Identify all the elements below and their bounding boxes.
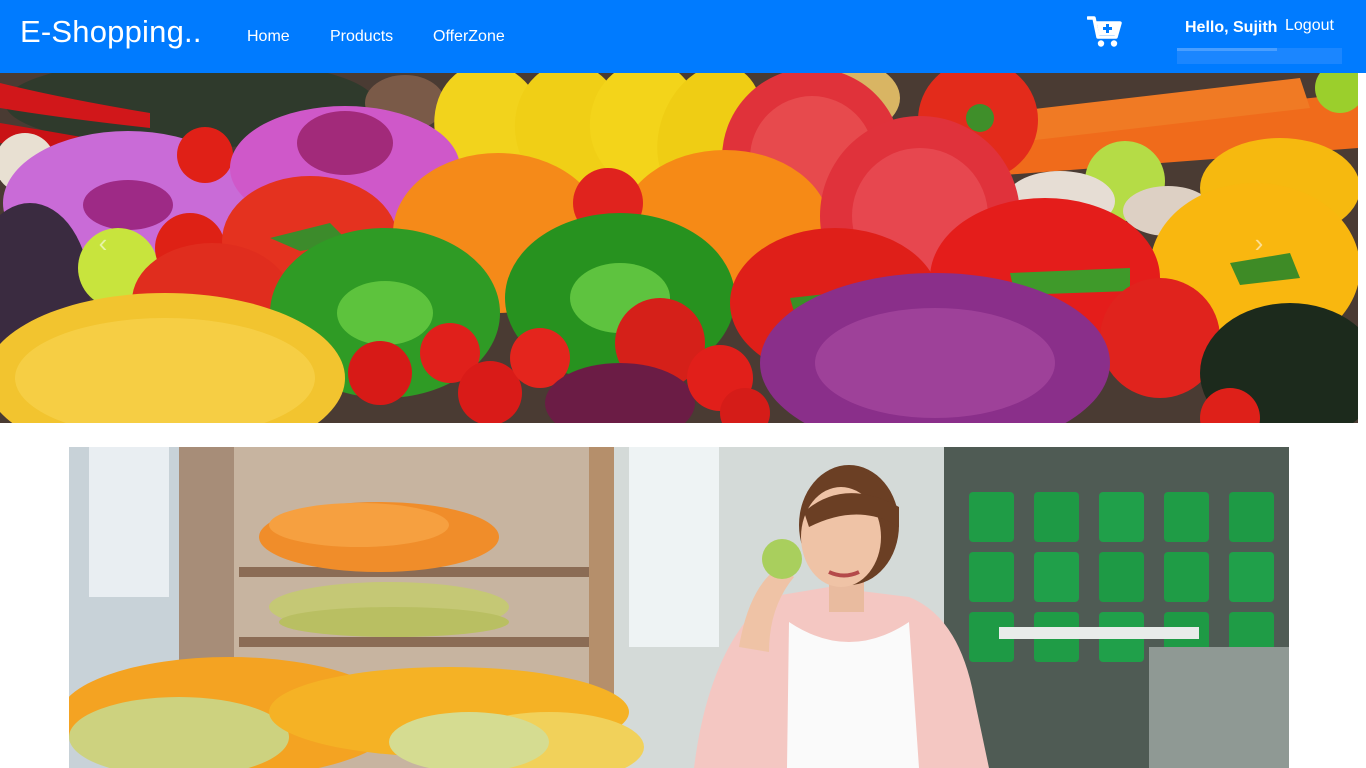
brand-logo[interactable]: E-Shopping.. (20, 14, 202, 50)
vegetables-banner-image (0, 73, 1358, 423)
nav-home-link[interactable]: Home (247, 28, 290, 46)
nav-products-link[interactable]: Products (330, 28, 393, 46)
top-navbar: E-Shopping.. Home Products OfferZone Hel… (0, 0, 1366, 73)
carousel-next-button[interactable]: › (1244, 223, 1274, 263)
grocery-shopper-image (69, 447, 1289, 768)
nav-offerzone-link[interactable]: OfferZone (433, 28, 505, 46)
user-menu-strip (1177, 48, 1342, 64)
hero-carousel[interactable]: ‹ › (0, 73, 1358, 423)
logout-link[interactable]: Logout (1285, 17, 1334, 35)
user-greeting: Hello, Sujith (1185, 19, 1278, 36)
carousel-prev-button[interactable]: ‹ (88, 223, 118, 263)
promo-banner (69, 447, 1289, 768)
cart-plus-icon[interactable] (1086, 15, 1123, 49)
